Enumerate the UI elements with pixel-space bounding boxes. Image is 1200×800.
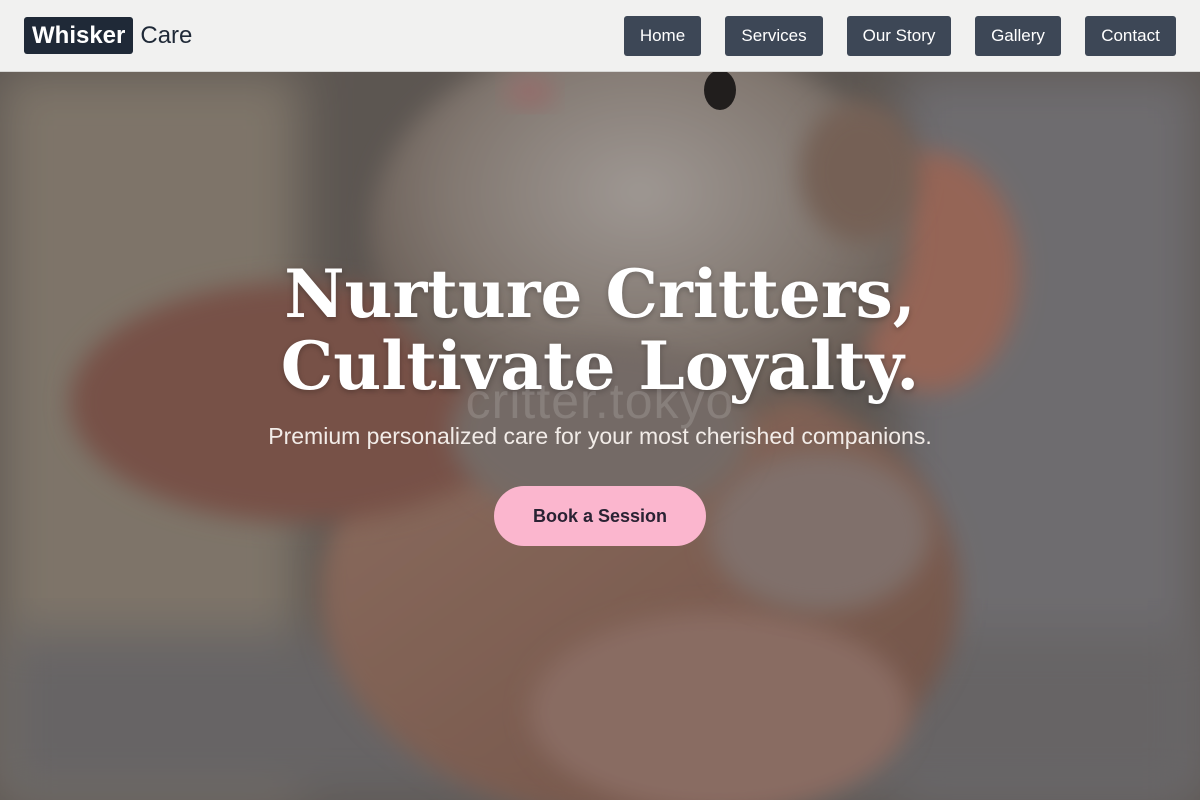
book-session-button[interactable]: Book a Session — [494, 486, 706, 546]
nav-gallery-button[interactable]: Gallery — [975, 16, 1061, 56]
hero-subtitle: Premium personalized care for your most … — [268, 423, 932, 449]
logo-highlight-text: Whisker — [24, 17, 134, 54]
photo-watermark: critter.tokyo — [465, 373, 735, 429]
logo-text: Care — [140, 21, 193, 49]
site-header: Whisker Care Home Services Our Story Gal… — [0, 0, 1200, 72]
nav-contact-button[interactable]: Contact — [1085, 16, 1176, 56]
nav-services-button[interactable]: Services — [725, 16, 823, 56]
hero-headline-line-1: Nurture Critters, — [284, 255, 916, 333]
nav-home-button[interactable]: Home — [624, 16, 701, 56]
site-logo[interactable]: Whisker Care — [24, 17, 192, 54]
hero-section: Nurture Critters, Cultivate Loyalty. cri… — [0, 72, 1200, 800]
nav-our-story-button[interactable]: Our Story — [847, 16, 951, 56]
